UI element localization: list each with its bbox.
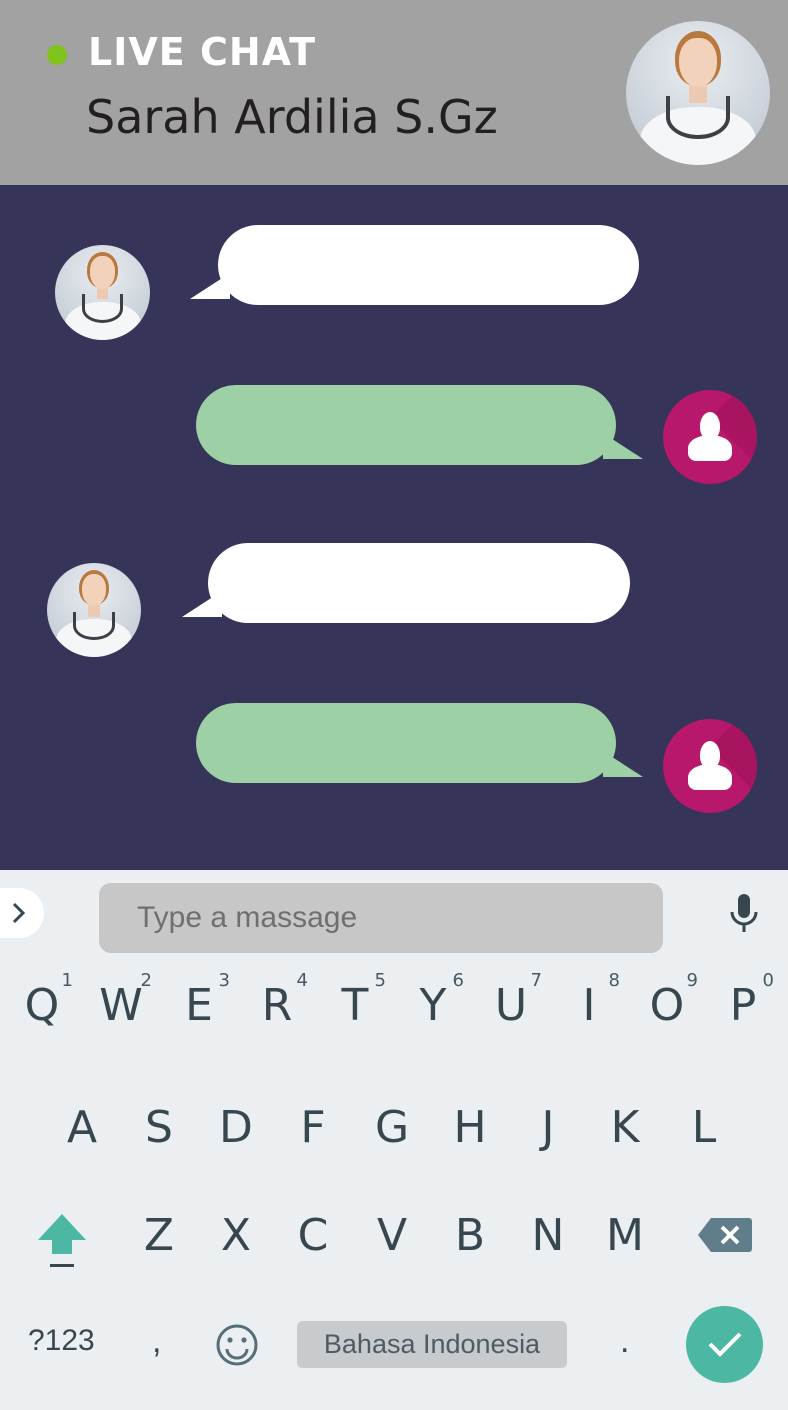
message-bubble-tail	[603, 433, 643, 459]
backspace-icon[interactable]	[697, 1216, 753, 1254]
key-o[interactable]: O9	[630, 950, 704, 1046]
key-i[interactable]: I8	[552, 950, 626, 1046]
key-t[interactable]: T5	[318, 950, 392, 1046]
message-bubble-tail	[603, 751, 643, 777]
key-a[interactable]: A	[45, 1072, 119, 1168]
key-q[interactable]: Q1	[5, 950, 79, 1046]
key-x[interactable]: X	[199, 1180, 273, 1276]
contact-name: Sarah Ardilia S.Gz	[86, 90, 498, 144]
key-p[interactable]: P0	[706, 950, 780, 1046]
incoming-message-bubble[interactable]	[208, 543, 630, 623]
incoming-message-bubble[interactable]	[218, 225, 639, 305]
key-j[interactable]: J	[511, 1072, 585, 1168]
shift-arrow-icon[interactable]	[34, 1210, 90, 1270]
key-f[interactable]: F	[276, 1072, 350, 1168]
space-bar[interactable]: Bahasa Indonesia	[297, 1321, 567, 1368]
chat-header: LIVE CHAT Sarah Ardilia S.Gz	[0, 0, 788, 185]
contact-avatar[interactable]	[626, 21, 770, 165]
outgoing-message-bubble[interactable]	[196, 385, 616, 465]
key-e[interactable]: E3	[162, 950, 236, 1046]
user-avatar	[663, 719, 757, 813]
key-r[interactable]: R4	[240, 950, 314, 1046]
online-status-dot	[47, 45, 67, 65]
key-l[interactable]: L	[667, 1072, 741, 1168]
key-n[interactable]: N	[511, 1180, 585, 1276]
key-y[interactable]: Y6	[396, 950, 470, 1046]
key-m[interactable]: M	[588, 1180, 662, 1276]
chevron-right-icon	[12, 902, 26, 924]
key-w[interactable]: W2	[84, 950, 158, 1046]
key-b[interactable]: B	[433, 1180, 507, 1276]
emoji-icon[interactable]	[214, 1322, 260, 1368]
key-k[interactable]: K	[588, 1072, 662, 1168]
chat-messages-area[interactable]	[0, 185, 788, 870]
doctor-avatar	[55, 245, 150, 340]
enter-button[interactable]	[686, 1306, 763, 1383]
live-chat-label: LIVE CHAT	[88, 30, 317, 74]
checkmark-icon	[708, 1332, 742, 1357]
key-u[interactable]: U7	[474, 950, 548, 1046]
key-s[interactable]: S	[122, 1072, 196, 1168]
message-input[interactable]	[99, 883, 663, 953]
comma-key[interactable]: ,	[152, 1322, 161, 1361]
key-d[interactable]: D	[199, 1072, 273, 1168]
key-g[interactable]: G	[355, 1072, 429, 1168]
user-avatar	[663, 390, 757, 484]
key-z[interactable]: Z	[122, 1180, 196, 1276]
key-c[interactable]: C	[276, 1180, 350, 1276]
key-v[interactable]: V	[355, 1180, 429, 1276]
period-key[interactable]: .	[620, 1322, 629, 1361]
key-h[interactable]: H	[433, 1072, 507, 1168]
microphone-icon[interactable]	[727, 892, 761, 936]
doctor-avatar	[47, 563, 141, 657]
outgoing-message-bubble[interactable]	[196, 703, 616, 783]
symbols-mode-key[interactable]: ?123	[28, 1324, 95, 1358]
